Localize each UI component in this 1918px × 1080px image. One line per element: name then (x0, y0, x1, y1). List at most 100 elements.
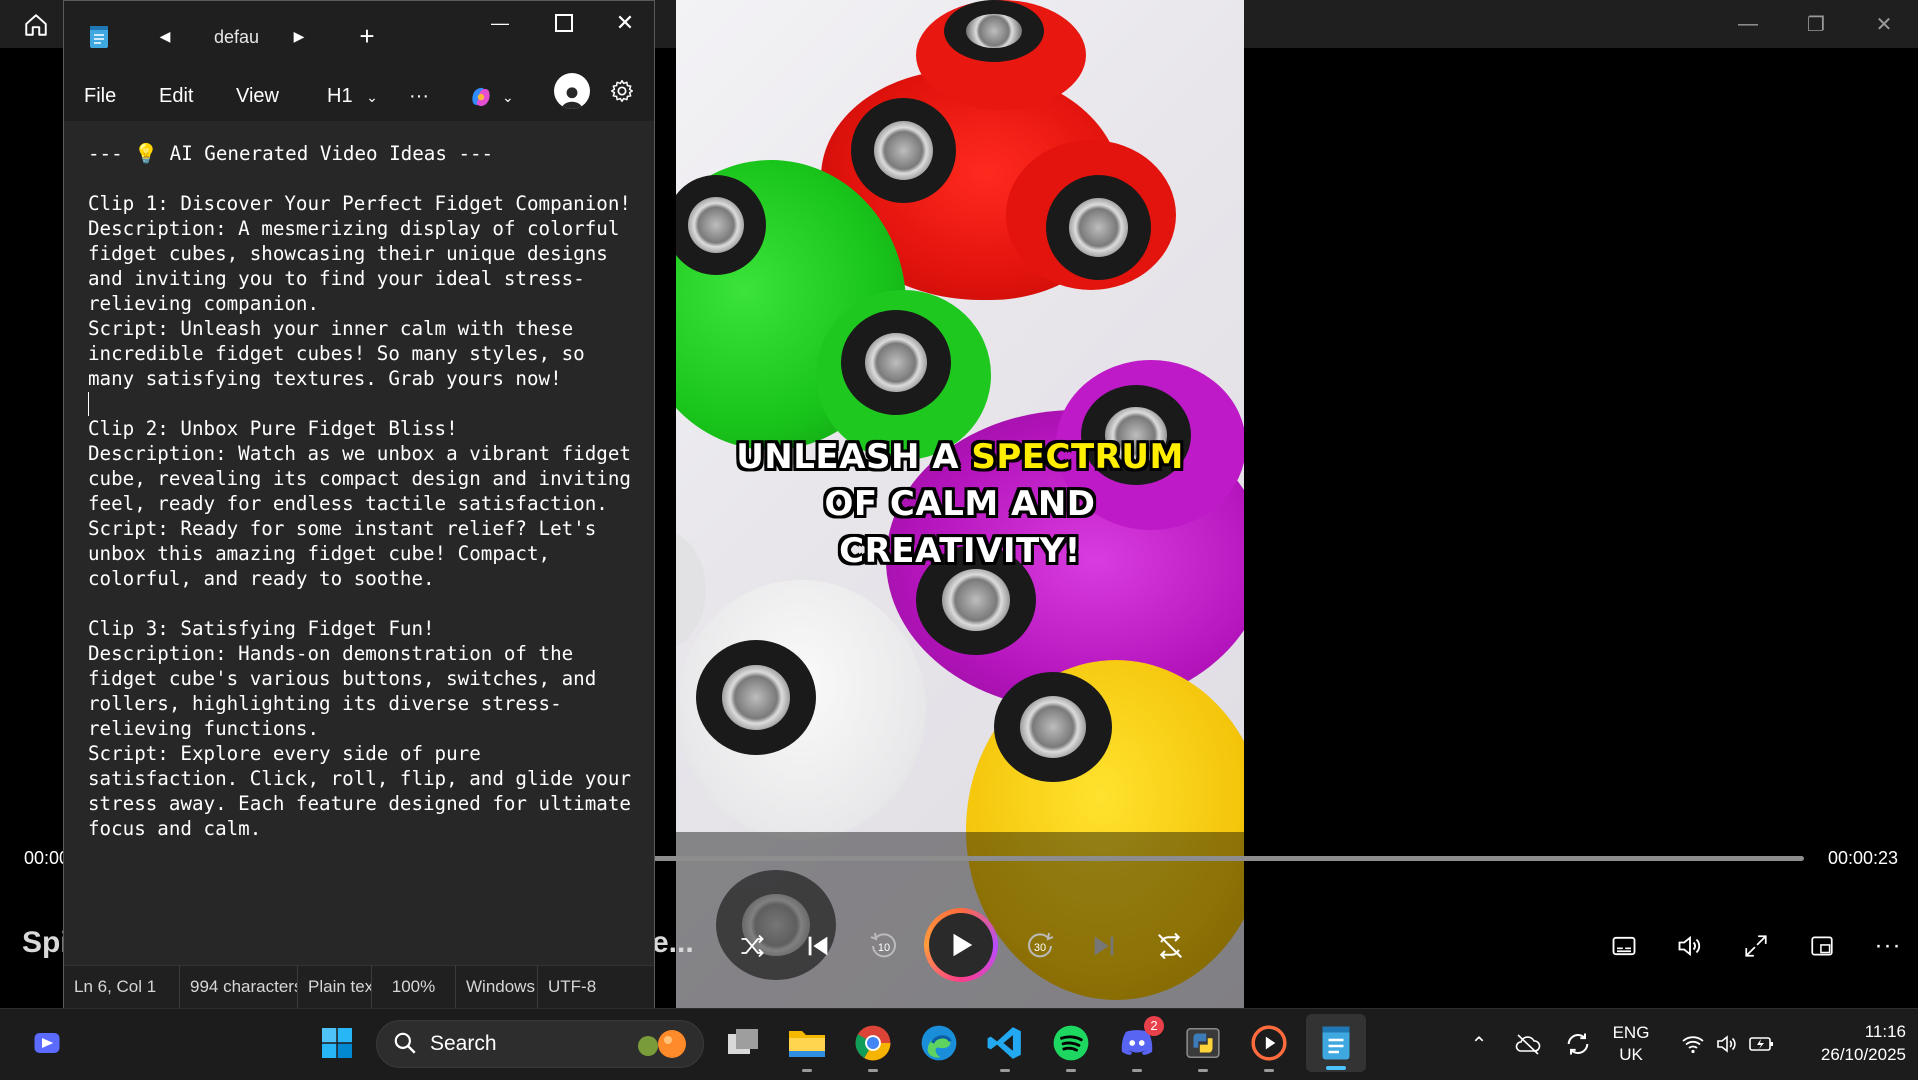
clock-date: 26/10/2025 (1820, 1045, 1906, 1064)
vscode-icon (987, 1027, 1021, 1059)
status-characters: 994 characters (180, 966, 298, 1008)
menu-file[interactable]: File (84, 77, 116, 115)
new-tab-button[interactable]: + (350, 19, 384, 53)
repeat-off-icon (1158, 932, 1182, 960)
media-player-icon (1251, 1025, 1287, 1061)
tab-title[interactable]: defau (214, 27, 259, 48)
mini-player-icon (1811, 936, 1833, 956)
notepad-text-area[interactable]: --- 💡 AI Generated Video Ideas --- Clip … (88, 141, 648, 953)
fullscreen-icon (1745, 935, 1767, 957)
running-indicator (1000, 1069, 1010, 1072)
text-cursor (88, 392, 89, 416)
task-view-button[interactable] (718, 1018, 768, 1068)
clock-time: 11:16 (1864, 1022, 1906, 1041)
account-avatar[interactable] (554, 73, 590, 109)
clock-button[interactable]: 11:16 26/10/2025 (1782, 1020, 1906, 1066)
shuffle-button[interactable] (726, 920, 778, 972)
bearing (696, 640, 816, 755)
play-button[interactable] (924, 908, 998, 982)
media-title-tail: e... (652, 926, 694, 959)
player-restore-button[interactable]: ❐ (1782, 0, 1850, 48)
chrome-icon (855, 1025, 891, 1061)
media-player-button[interactable] (1244, 1018, 1294, 1072)
fullscreen-button[interactable] (1730, 920, 1782, 972)
skip-forward-button[interactable]: 30 (1014, 920, 1066, 972)
discord-button[interactable]: 2 (1112, 1016, 1164, 1072)
notepad-close-button[interactable]: ✕ (596, 1, 654, 45)
status-format: Plain text (298, 966, 372, 1008)
close-icon: ✕ (615, 10, 635, 35)
play-icon (953, 933, 973, 957)
media-title: Spi (22, 926, 69, 959)
caption-line-2: OF CALM AND (824, 484, 1096, 524)
notepad-maximize-button[interactable] (532, 1, 596, 45)
notepad-taskbar-button[interactable] (1306, 1014, 1366, 1072)
menu-view[interactable]: View (236, 77, 279, 115)
skip-forward-icon: 30 (1028, 932, 1054, 958)
battery-charging-icon (1749, 1037, 1773, 1051)
quick-settings-button[interactable] (1672, 1020, 1784, 1068)
player-close-button[interactable]: ✕ (1850, 0, 1918, 48)
vscode-button[interactable] (980, 1018, 1030, 1072)
more-menu-button[interactable]: ··· (409, 77, 429, 115)
status-line-ending: Windows (CRLF) (456, 966, 538, 1008)
captions-button[interactable] (1598, 920, 1650, 972)
meet-icon (34, 1033, 60, 1053)
notepad-tab-bar: ◀ defau ▶ + — ✕ (64, 1, 654, 71)
notepad-status-bar: Ln 6, Col 1 994 characters Plain text 10… (64, 965, 654, 1008)
player-minimize-button[interactable]: — (1714, 0, 1782, 48)
caption-line-1: UNLEASH A SPECTRUM (726, 434, 1194, 481)
maximize-icon (555, 14, 573, 32)
edge-button[interactable] (914, 1018, 964, 1068)
cloud-off-icon (1515, 1034, 1541, 1055)
caret-right-icon: ▶ (293, 27, 305, 44)
volume-button[interactable] (1664, 920, 1716, 972)
more-options-button[interactable]: ··· (1862, 920, 1914, 972)
spotify-icon (1053, 1025, 1089, 1061)
heading-dropdown[interactable]: H1 ⌄ (327, 77, 378, 115)
captions-icon (1612, 936, 1636, 956)
notepad-icon (90, 26, 108, 48)
minimize-icon: — (491, 12, 509, 33)
previous-icon (808, 936, 828, 956)
home-button[interactable] (14, 8, 58, 42)
mini-player-button[interactable] (1796, 920, 1848, 972)
previous-button[interactable] (792, 920, 844, 972)
running-indicator (1264, 1069, 1274, 1072)
repeat-button[interactable] (1144, 920, 1196, 972)
sync-status-button[interactable] (1560, 1020, 1596, 1068)
language-region: UK (1619, 1045, 1643, 1064)
next-button[interactable] (1078, 920, 1130, 972)
shuffle-icon (741, 934, 764, 958)
chrome-button[interactable] (848, 1018, 898, 1072)
minimize-icon: — (1738, 12, 1758, 35)
python-button[interactable] (1178, 1018, 1228, 1072)
spotify-button[interactable] (1046, 1018, 1096, 1072)
skip-back-button[interactable]: 10 (858, 920, 910, 972)
settings-button[interactable] (604, 73, 640, 109)
search-highlight-icon (628, 1028, 694, 1060)
input-language-button[interactable]: ENG UK (1606, 1022, 1656, 1066)
python-icon (1186, 1027, 1220, 1059)
notepad-minimize-button[interactable]: — (468, 1, 532, 45)
edge-icon (921, 1025, 957, 1061)
running-indicator (1066, 1069, 1076, 1072)
menu-edit[interactable]: Edit (159, 77, 193, 115)
seek-bar[interactable] (640, 856, 1804, 861)
plus-icon: + (359, 20, 375, 51)
tab-scroll-left-button[interactable]: ◀ (150, 21, 180, 51)
language-code: ENG (1612, 1023, 1650, 1042)
home-icon (25, 14, 47, 36)
file-explorer-button[interactable] (782, 1018, 832, 1072)
search-icon (392, 1030, 418, 1061)
tab-scroll-right-button[interactable]: ▶ (284, 21, 314, 51)
onedrive-status-button[interactable] (1510, 1020, 1546, 1068)
show-hidden-icons-button[interactable]: ⌃ (1464, 1020, 1494, 1068)
start-button[interactable] (312, 1018, 362, 1068)
meet-now-button[interactable] (22, 1018, 72, 1068)
sync-icon (1567, 1033, 1589, 1055)
more-icon: ··· (1874, 932, 1902, 959)
running-indicator (802, 1069, 812, 1072)
active-indicator (1326, 1066, 1346, 1070)
copilot-button[interactable]: ⌄ (468, 81, 534, 113)
